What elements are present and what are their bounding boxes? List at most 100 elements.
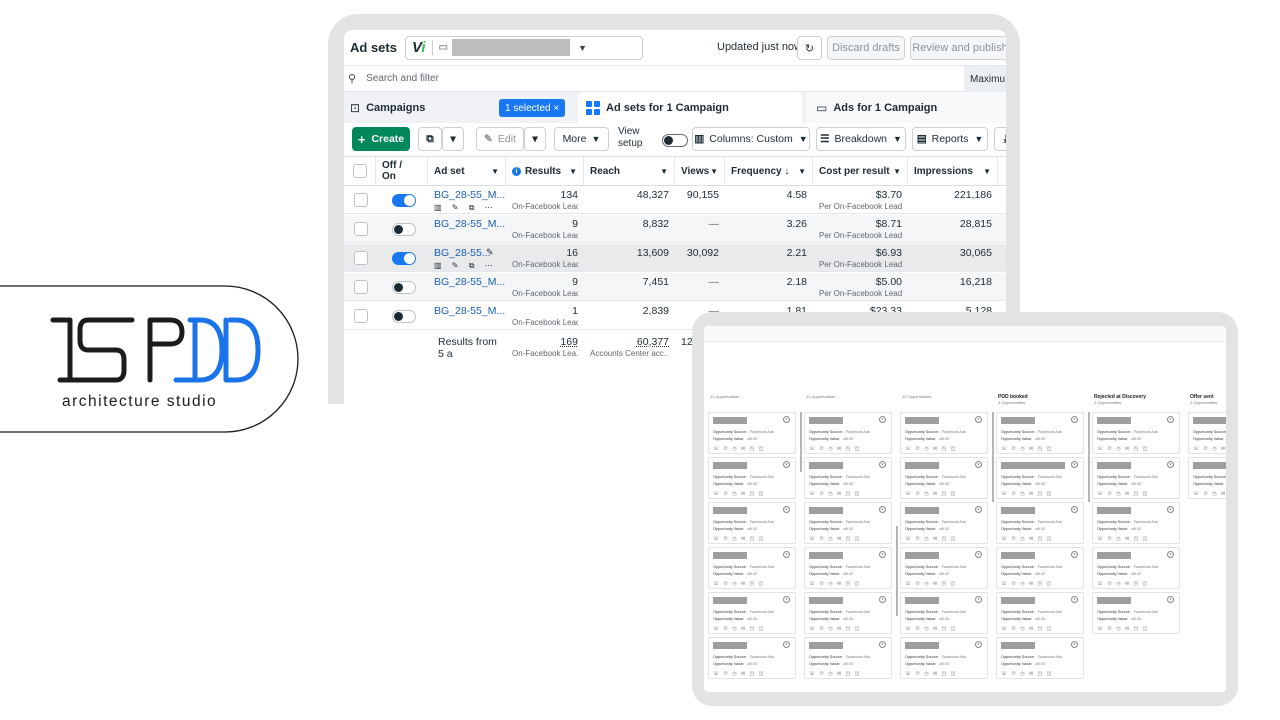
opportunity-card[interactable]: ×Opportunity Source:Facebook AdsOpportun… bbox=[804, 547, 892, 589]
card-action-icons[interactable]: ☏ ✆ ◷ ✉ ◳ ◫ bbox=[1193, 491, 1226, 497]
table-row[interactable]: BG_28-55_M... ▥ ✎ ⧉ ⋯ 134 On-Facebook Leads… bbox=[344, 186, 1006, 214]
close-icon[interactable]: × bbox=[1071, 461, 1078, 468]
card-action-icons[interactable]: ☏ ✆ ◷ ✉ ◳ ◫ bbox=[713, 671, 765, 677]
close-icon[interactable]: × bbox=[879, 416, 886, 423]
opportunity-card[interactable]: ×Opportunity Source:Facebook AdsOpportun… bbox=[996, 457, 1084, 499]
opportunity-card[interactable]: ×Opportunity Source:Facebook AdsOpportun… bbox=[996, 502, 1084, 544]
column-scrollbar[interactable] bbox=[992, 412, 994, 502]
maximize-dropdown[interactable]: Maximu bbox=[964, 66, 1006, 92]
column-scrollbar[interactable] bbox=[1088, 412, 1090, 502]
card-action-icons[interactable]: ☏ ✆ ◷ ✉ ◳ ◫ bbox=[1001, 536, 1053, 542]
card-action-icons[interactable]: ☏ ✆ ◷ ✉ ◳ ◫ bbox=[713, 581, 765, 587]
card-action-icons[interactable]: ☏ ✆ ◷ ✉ ◳ ◫ bbox=[1097, 446, 1149, 452]
opportunity-card[interactable]: ×Opportunity Source:Facebook AdsOpportun… bbox=[996, 547, 1084, 589]
more-button[interactable]: More ▼ bbox=[554, 127, 609, 151]
table-row[interactable]: BG_28-55_M... 9 On-Facebook Leads 8,832—3.2… bbox=[344, 215, 1006, 243]
on-off-toggle[interactable] bbox=[392, 223, 416, 236]
close-icon[interactable]: × bbox=[1071, 596, 1078, 603]
column-scrollbar[interactable] bbox=[800, 412, 802, 472]
search-bar[interactable]: ⚲ Search and filter Maximu bbox=[344, 66, 1006, 92]
header-results[interactable]: i Results ▼ bbox=[506, 157, 584, 185]
opportunity-card[interactable]: ×Opportunity Source:Facebook AdsOpportun… bbox=[900, 637, 988, 679]
card-action-icons[interactable]: ☏ ✆ ◷ ✉ ◳ ◫ bbox=[905, 446, 957, 452]
opportunity-card[interactable]: ×Opportunity Source:Facebook AdsOpportun… bbox=[1188, 457, 1226, 499]
close-icon[interactable]: × bbox=[1071, 641, 1078, 648]
opportunity-card[interactable]: ×Opportunity Source:Facebook AdsOpportun… bbox=[900, 502, 988, 544]
opportunity-card[interactable]: ×Opportunity Source:Facebook AdsOpportun… bbox=[996, 412, 1084, 454]
close-icon[interactable]: × bbox=[1167, 416, 1174, 423]
ad-set-name-link[interactable]: BG_28-55_M... bbox=[434, 189, 505, 201]
search-input[interactable]: Search and filter bbox=[366, 73, 439, 84]
table-row[interactable]: BG_28-55... ▥ ✎ ⧉ ⋯ ✎ 16 On-Facebook Leads 13… bbox=[344, 244, 1006, 272]
close-icon[interactable]: × bbox=[783, 641, 790, 648]
card-action-icons[interactable]: ☏ ✆ ◷ ✉ ◳ ◫ bbox=[809, 491, 861, 497]
opportunity-card[interactable]: ×Opportunity Source:Facebook AdsOpportun… bbox=[900, 592, 988, 634]
card-action-icons[interactable]: ☏ ✆ ◷ ✉ ◳ ◫ bbox=[809, 671, 861, 677]
select-all-checkbox[interactable] bbox=[353, 164, 367, 178]
create-button[interactable]: + Create bbox=[352, 127, 410, 151]
opportunity-card[interactable]: ×Opportunity Source:Facebook AdsOpportun… bbox=[1188, 412, 1226, 454]
refresh-button[interactable]: ↻ bbox=[797, 36, 822, 60]
close-icon[interactable]: × bbox=[879, 461, 886, 468]
opportunity-card[interactable]: ×Opportunity Source:Facebook AdsOpportun… bbox=[1092, 547, 1180, 589]
close-icon[interactable]: × bbox=[1071, 551, 1078, 558]
card-action-icons[interactable]: ☏ ✆ ◷ ✉ ◳ ◫ bbox=[1097, 626, 1149, 632]
opportunity-card[interactable]: ×Opportunity Source:Facebook AdsOpportun… bbox=[900, 457, 988, 499]
card-action-icons[interactable]: ☏ ✆ ◷ ✉ ◳ ◫ bbox=[905, 491, 957, 497]
opportunity-card[interactable]: ×Opportunity Source:Facebook AdsOpportun… bbox=[708, 457, 796, 499]
columns-dropdown[interactable]: ▥ Columns: Custom ▼ bbox=[692, 127, 810, 151]
close-icon[interactable]: × bbox=[1167, 506, 1174, 513]
opportunity-card[interactable]: ×Opportunity Source:Facebook AdsOpportun… bbox=[900, 412, 988, 454]
on-off-toggle[interactable] bbox=[392, 194, 416, 207]
close-icon[interactable]: × bbox=[975, 416, 982, 423]
close-icon[interactable]: × bbox=[783, 506, 790, 513]
row-checkbox[interactable] bbox=[354, 251, 368, 265]
view-setup-toggle[interactable] bbox=[662, 134, 688, 147]
row-checkbox[interactable] bbox=[354, 309, 368, 323]
close-icon[interactable]: × bbox=[879, 641, 886, 648]
card-action-icons[interactable]: ☏ ✆ ◷ ✉ ◳ ◫ bbox=[1097, 536, 1149, 542]
close-icon[interactable]: × bbox=[783, 596, 790, 603]
ad-set-name-link[interactable]: BG_28-55_M... bbox=[434, 218, 505, 230]
close-icon[interactable]: × bbox=[1071, 416, 1078, 423]
card-action-icons[interactable]: ☏ ✆ ◷ ✉ ◳ ◫ bbox=[713, 491, 765, 497]
opportunity-card[interactable]: ×Opportunity Source:Facebook AdsOpportun… bbox=[996, 637, 1084, 679]
card-action-icons[interactable]: ☏ ✆ ◷ ✉ ◳ ◫ bbox=[1001, 626, 1053, 632]
export-button[interactable]: ⤓ bbox=[994, 127, 1006, 151]
header-cost-per-result[interactable]: Cost per result ▼ bbox=[813, 157, 908, 185]
opportunity-card[interactable]: ×Opportunity Source:Facebook AdsOpportun… bbox=[1092, 592, 1180, 634]
opportunity-card[interactable]: ×Opportunity Source:Facebook AdsOpportun… bbox=[804, 412, 892, 454]
header-frequency[interactable]: Frequency ↓ ▼ bbox=[725, 157, 813, 185]
duplicate-button[interactable]: ⧉ bbox=[418, 127, 442, 151]
ad-set-name-link[interactable]: BG_28-55_M... bbox=[434, 276, 505, 288]
pencil-icon[interactable]: ✎ bbox=[486, 247, 494, 258]
card-action-icons[interactable]: ☏ ✆ ◷ ✉ ◳ ◫ bbox=[809, 581, 861, 587]
card-action-icons[interactable]: ☏ ✆ ◷ ✉ ◳ ◫ bbox=[905, 671, 957, 677]
close-icon[interactable]: × bbox=[975, 596, 982, 603]
card-action-icons[interactable]: ☏ ✆ ◷ ✉ ◳ ◫ bbox=[713, 626, 765, 632]
card-action-icons[interactable]: ☏ ✆ ◷ ✉ ◳ ◫ bbox=[905, 536, 957, 542]
account-selector[interactable]: Vi ▭ ▼ bbox=[404, 35, 643, 60]
opportunity-card[interactable]: ×Opportunity Source:Facebook AdsOpportun… bbox=[1092, 457, 1180, 499]
header-views[interactable]: Views ▼ bbox=[675, 157, 725, 185]
opportunity-card[interactable]: ×Opportunity Source:Facebook AdsOpportun… bbox=[996, 592, 1084, 634]
opportunity-card[interactable]: ×Opportunity Source:Facebook AdsOpportun… bbox=[804, 502, 892, 544]
close-icon[interactable]: × bbox=[975, 461, 982, 468]
card-action-icons[interactable]: ☏ ✆ ◷ ✉ ◳ ◫ bbox=[1097, 491, 1149, 497]
on-off-toggle[interactable] bbox=[392, 310, 416, 323]
review-publish-button[interactable]: Review and publish bbox=[910, 36, 1006, 60]
card-action-icons[interactable]: ☏ ✆ ◷ ✉ ◳ ◫ bbox=[1193, 446, 1226, 452]
opportunity-card[interactable]: ×Opportunity Source:Facebook AdsOpportun… bbox=[708, 592, 796, 634]
tab-campaigns[interactable]: ⊡ Campaigns bbox=[350, 92, 425, 123]
header-reach[interactable]: Reach ▼ bbox=[584, 157, 675, 185]
close-icon[interactable]: × bbox=[783, 416, 790, 423]
close-icon[interactable]: × bbox=[879, 506, 886, 513]
opportunity-card[interactable]: ×Opportunity Source:Facebook AdsOpportun… bbox=[708, 637, 796, 679]
card-action-icons[interactable]: ☏ ✆ ◷ ✉ ◳ ◫ bbox=[713, 536, 765, 542]
card-action-icons[interactable]: ☏ ✆ ◷ ✉ ◳ ◫ bbox=[1001, 671, 1053, 677]
row-action-icons[interactable]: ▥ ✎ ⧉ ⋯ bbox=[434, 203, 497, 212]
close-icon[interactable]: × bbox=[975, 551, 982, 558]
opportunity-card[interactable]: ×Opportunity Source:Facebook AdsOpportun… bbox=[708, 547, 796, 589]
close-icon[interactable]: × bbox=[783, 461, 790, 468]
opportunity-card[interactable]: ×Opportunity Source:Facebook AdsOpportun… bbox=[708, 502, 796, 544]
